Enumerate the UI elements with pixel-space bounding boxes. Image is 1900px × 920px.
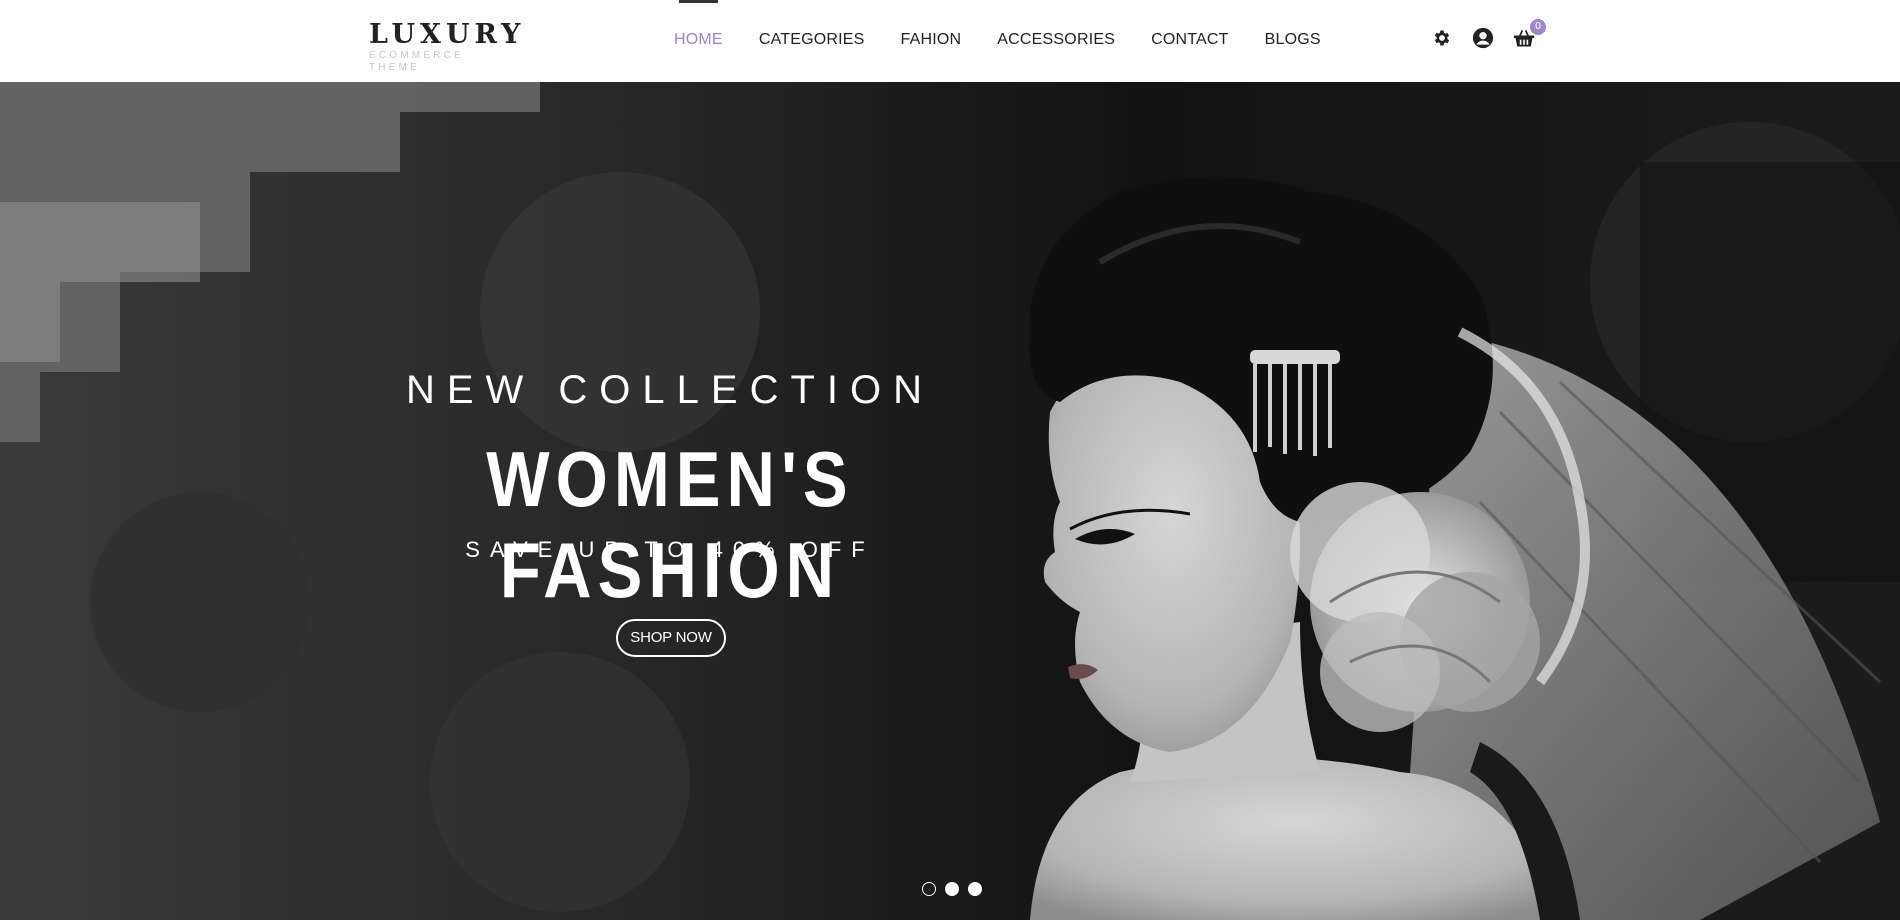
cart-button[interactable]: 0 (1513, 19, 1546, 49)
slide-dot-1[interactable] (922, 882, 936, 896)
slider-pagination (922, 882, 991, 896)
nav-item-categories[interactable]: CATEGORIES (759, 0, 865, 82)
nav-item-fashion[interactable]: FAHION (901, 0, 962, 82)
slide-dot-3[interactable] (968, 882, 982, 896)
gear-icon (1434, 30, 1450, 46)
hero-headline: WOMEN'S FASHION (486, 435, 854, 614)
nav-item-contact[interactable]: CONTACT (1151, 0, 1229, 82)
brand-logo[interactable]: LUXURY ECOMMERCE THEME (369, 19, 526, 74)
hero-eyebrow: NEW COLLECTION (405, 368, 935, 412)
hero-subheadline: SAVE UP TO 40% OFF (465, 537, 875, 562)
user-circle-icon (1472, 27, 1494, 49)
main-nav: HOME CATEGORIES FAHION ACCESSORIES CONTA… (674, 0, 1357, 82)
hero-slider: NEW COLLECTION WOMEN'S FASHION SAVE UP T… (0, 82, 1900, 920)
brand-subtitle: ECOMMERCE THEME (369, 50, 464, 73)
header-tools: 0 (1431, 19, 1554, 50)
nav-item-blogs[interactable]: BLOGS (1265, 0, 1321, 82)
account-button[interactable] (1472, 27, 1494, 49)
settings-button[interactable] (1431, 27, 1453, 49)
slide-dot-2[interactable] (945, 882, 959, 896)
cart-count-badge: 0 (1530, 19, 1546, 35)
brand-title: LUXURY (369, 19, 526, 50)
site-header: LUXURY ECOMMERCE THEME HOME CATEGORIES F… (0, 0, 1900, 82)
shop-now-button[interactable]: SHOP NOW (616, 619, 726, 657)
nav-item-accessories[interactable]: ACCESSORIES (997, 0, 1115, 82)
nav-item-home[interactable]: HOME (674, 0, 723, 82)
